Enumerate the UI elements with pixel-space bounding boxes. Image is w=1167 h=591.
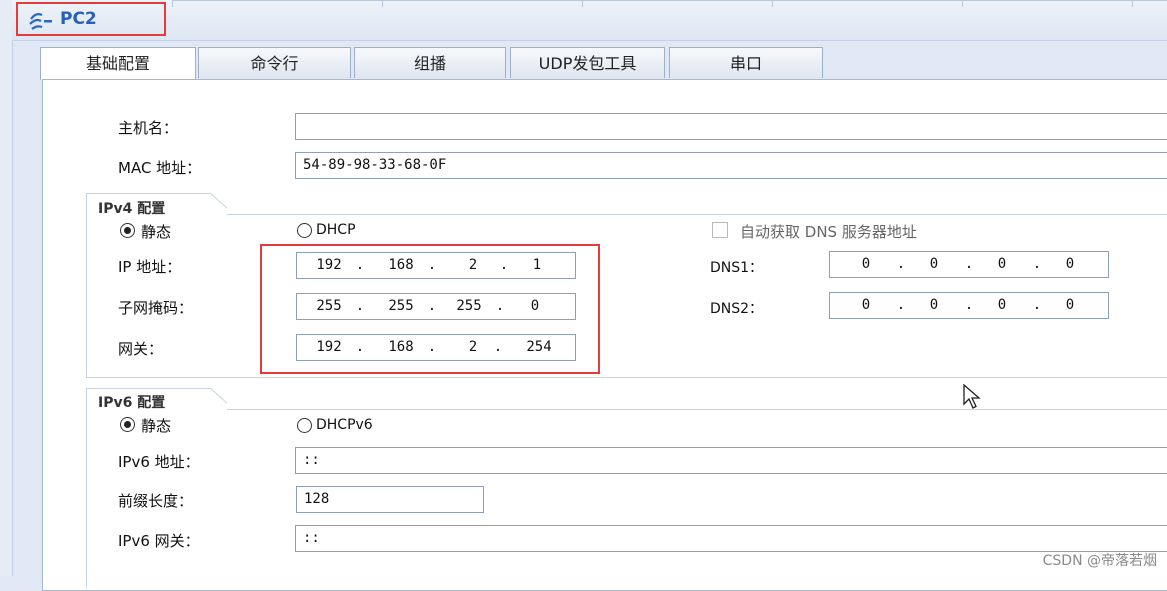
dns2-dot: .	[1032, 297, 1042, 313]
dns2-octet-3[interactable]: 0	[982, 297, 1022, 313]
dns1-dot: .	[964, 256, 974, 272]
auto-dns-label: 自动获取 DNS 服务器地址	[740, 223, 917, 241]
dns1-octet-4[interactable]: 0	[1050, 256, 1090, 272]
prefix-length-input[interactable]: 128	[296, 486, 484, 513]
gateway-label: 网关：	[118, 340, 164, 358]
hostname-label: 主机名：	[118, 119, 179, 137]
dns2-octet-4[interactable]: 0	[1050, 297, 1090, 313]
dns2-dot: .	[964, 297, 974, 313]
tab-command-line[interactable]: 命令行	[198, 47, 351, 78]
dns1-dot: .	[1032, 256, 1042, 272]
dns1-octet-3[interactable]: 0	[982, 256, 1022, 272]
ipv4-static-label: 静态	[141, 223, 172, 241]
pc-terminal-icon	[29, 13, 52, 30]
ipv4-dhcp-label: DHCP	[316, 222, 356, 238]
prefix-length-label: 前缀长度：	[118, 492, 194, 510]
dns1-input[interactable]: 0 . 0 . 0 . 0	[829, 251, 1109, 278]
ipv6-static-label: 静态	[141, 417, 172, 435]
tab-basic-config[interactable]: 基础配置	[40, 47, 196, 80]
auto-dns-checkbox[interactable]	[712, 222, 728, 238]
window-titlebar	[12, 0, 1167, 41]
ipv6-group-left	[86, 388, 87, 588]
window-title: PC2	[60, 9, 97, 29]
left-window-edge	[0, 0, 13, 576]
ipv6-address-input[interactable]: ::	[295, 447, 1167, 474]
ipv4-group-top-right	[227, 214, 1167, 215]
ipv6-gateway-input[interactable]: ::	[295, 525, 1167, 552]
dns2-label: DNS2：	[710, 301, 764, 317]
dns2-dot: .	[896, 297, 906, 313]
ipv6-group-top-right	[227, 409, 1167, 410]
ip-address-label: IP 地址：	[118, 258, 182, 276]
dns2-octet-1[interactable]: 0	[846, 297, 886, 313]
titlebar-decoration	[172, 0, 1167, 7]
ipv6-address-label: IPv6 地址：	[118, 453, 200, 471]
ipv4-group-top-left	[86, 193, 211, 194]
tab-serial[interactable]: 串口	[669, 47, 823, 78]
ipv6-group-title: IPv6 配置	[98, 395, 166, 411]
dns1-octet-2[interactable]: 0	[914, 256, 954, 272]
ip-highlight-box	[260, 244, 600, 374]
ipv6-gateway-label: IPv6 网关：	[118, 532, 200, 550]
dns2-input[interactable]: 0 . 0 . 0 . 0	[829, 292, 1109, 319]
tab-udp-tool[interactable]: UDP发包工具	[510, 47, 665, 78]
mac-label: MAC 地址：	[118, 159, 202, 177]
dns1-octet-1[interactable]: 0	[846, 256, 886, 272]
ipv6-group-top-left	[86, 388, 211, 389]
hostname-input[interactable]	[295, 113, 1167, 140]
tab-multicast[interactable]: 组播	[354, 47, 506, 78]
mac-field: 54-89-98-33-68-0F	[295, 152, 1167, 179]
ipv4-static-radio[interactable]	[120, 223, 135, 238]
ipv6-dhcpv6-label: DHCPv6	[316, 417, 373, 433]
subnet-mask-label: 子网掩码：	[118, 299, 194, 317]
dns1-label: DNS1：	[710, 260, 764, 276]
mouse-cursor-icon	[963, 384, 981, 409]
dns2-octet-2[interactable]: 0	[914, 297, 954, 313]
ipv6-dhcpv6-radio[interactable]	[297, 418, 312, 433]
ipv4-dhcp-radio[interactable]	[297, 223, 312, 238]
ipv4-group-title: IPv4 配置	[98, 201, 166, 217]
ipv4-group-left	[86, 193, 87, 378]
watermark: CSDN @帝落若烟	[1042, 553, 1157, 569]
dns1-dot: .	[896, 256, 906, 272]
ipv6-static-radio[interactable]	[120, 417, 135, 432]
ipv4-group-bottom	[86, 377, 1167, 378]
